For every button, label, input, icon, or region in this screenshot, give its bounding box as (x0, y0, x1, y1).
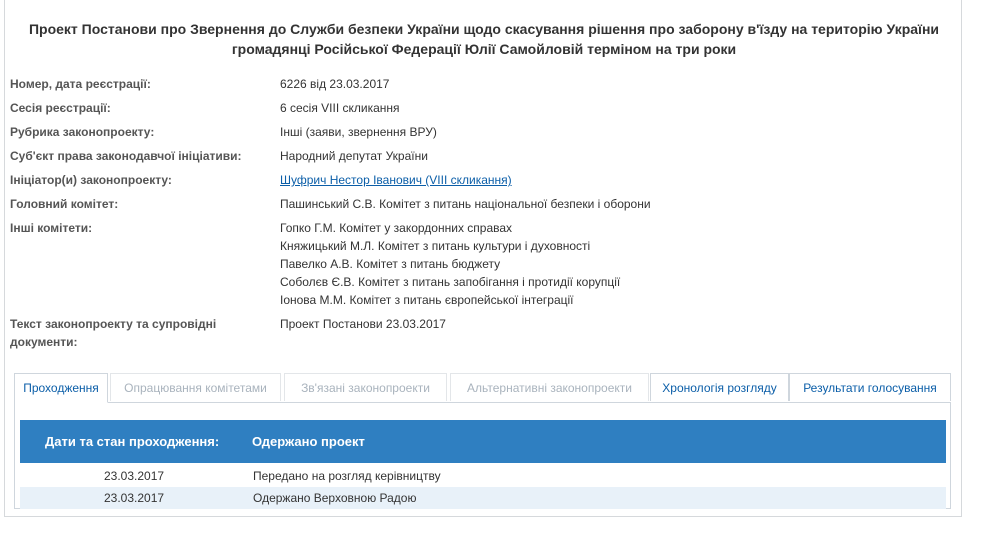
table-row: 23.03.2017 Одержано Верховною Радою (20, 487, 946, 509)
table-header: Дати та стан проходження: Одержано проек… (20, 420, 946, 463)
passage-panel: Дати та стан проходження: Одержано проек… (14, 402, 951, 509)
tab-alternative-bills[interactable]: Альтернативні законопроекти (450, 373, 649, 401)
row-date: 23.03.2017 (104, 491, 165, 505)
other-committees-list: Гопко Г.М. Комітет у закордонних справах… (280, 219, 940, 309)
tab-chronology[interactable]: Хронологія розгляду (650, 373, 789, 401)
title-line-2: громадянці Російської Федерації Юлії Сам… (231, 41, 737, 57)
main-committee-label: Головний комітет: (10, 197, 119, 211)
committee-item: Гопко Г.М. Комітет у закордонних справах (280, 221, 513, 235)
main-committee-value: Пашинський С.В. Комітет з питань націона… (280, 197, 651, 211)
committee-item: Соболєв Є.В. Комітет з питань запобіганн… (280, 275, 621, 289)
page-title: Проект Постанови про Звернення до Служби… (5, 19, 963, 59)
row-status: Одержано Верховною Радою (253, 491, 417, 505)
rubric-label: Рубрика законопроекту: (10, 125, 155, 139)
registration-label: Номер, дата реєстрації: (10, 77, 151, 91)
table-row: 23.03.2017 Передано на розгляд керівницт… (20, 465, 946, 487)
documents-label-line-2: документи: (10, 335, 78, 349)
tab-passage[interactable]: Проходження (14, 373, 108, 403)
subject-label: Суб'єкт права законодавчої ініціативи: (10, 149, 242, 163)
title-line-1: Проект Постанови про Звернення до Служби… (28, 21, 940, 37)
tab-related-bills[interactable]: Зв'язані законопроекти (284, 373, 447, 401)
committee-item: Іонова М.М. Комітет з питань європейсько… (280, 293, 574, 307)
header-received: Одержано проект (252, 434, 365, 449)
row-date: 23.03.2017 (104, 469, 165, 483)
tab-bar: Проходження Опрацювання комітетами Зв'яз… (14, 373, 951, 403)
other-committees-label: Інші комітети: (10, 221, 93, 235)
documents-label: Текст законопроекту та супровідні докуме… (10, 315, 270, 351)
rubric-value: Інші (заяви, звернення ВРУ) (280, 125, 437, 139)
tab-voting-results[interactable]: Результати голосування (789, 373, 951, 401)
subject-value: Народний депутат України (280, 149, 428, 163)
documents-value: Проект Постанови 23.03.2017 (280, 317, 446, 331)
initiator-label: Ініціатор(и) законопроекту: (10, 173, 172, 187)
header-dates-status: Дати та стан проходження: (45, 434, 220, 449)
initiator-link[interactable]: Шуфрич Нестор Іванович (VIII скликання) (280, 173, 512, 187)
session-label: Сесія реєстрації: (10, 101, 111, 115)
tab-committee-processing[interactable]: Опрацювання комітетами (110, 373, 281, 401)
row-status: Передано на розгляд керівництву (253, 469, 441, 483)
committee-item: Павелко А.В. Комітет з питань бюджету (280, 257, 501, 271)
committee-item: Княжицький М.Л. Комітет з питань культур… (280, 239, 591, 253)
documents-label-line-1: Текст законопроекту та супровідні (10, 317, 217, 331)
session-value: 6 сесія VIII скликання (280, 101, 400, 115)
registration-value: 6226 від 23.03.2017 (280, 77, 390, 91)
initiator-value: Шуфрич Нестор Іванович (VIII скликання) (280, 171, 940, 189)
